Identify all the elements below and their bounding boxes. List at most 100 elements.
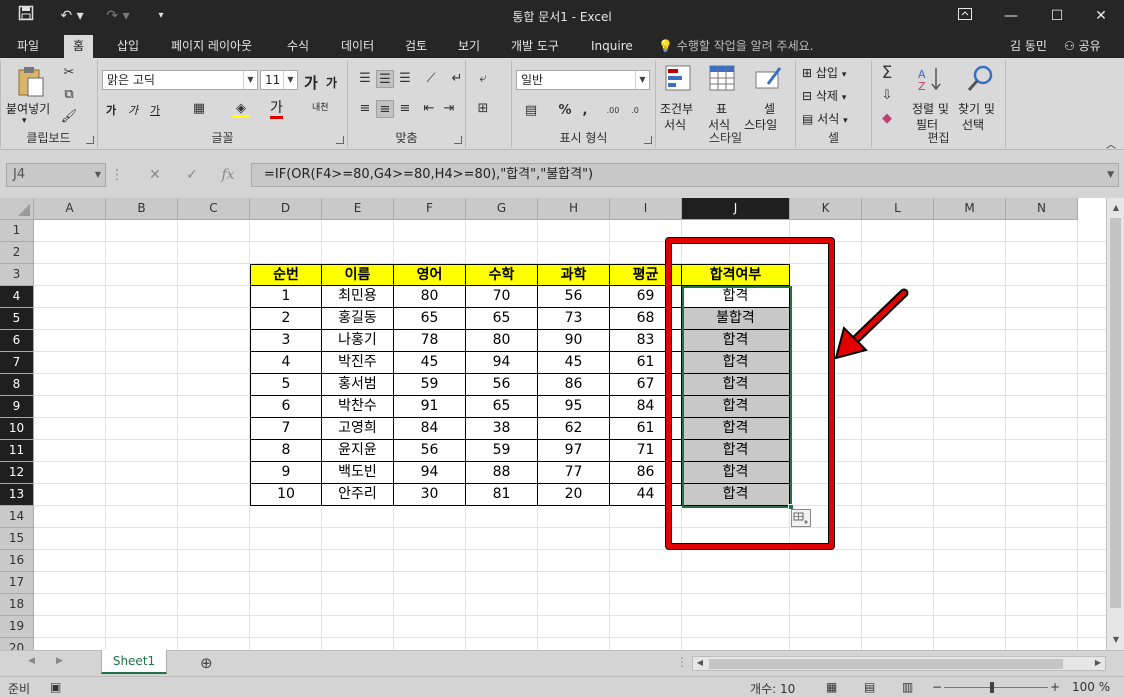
table-cell[interactable]: 61 [610,418,682,440]
table-cell[interactable]: 56 [394,440,466,462]
number-format-box[interactable]: 일반 ▼ [516,70,650,90]
decrease-decimal-icon[interactable]: .0 [626,102,644,120]
tab-review[interactable]: 검토 [396,35,436,58]
expand-formula-icon[interactable]: ▼ [1107,164,1114,186]
table-header-cell[interactable]: 순번 [250,264,322,286]
table-cell[interactable]: 56 [466,374,538,396]
row-header-16[interactable]: 16 [0,550,34,572]
zoom-slider[interactable] [944,687,1048,688]
phonetic-guide-button[interactable]: 내천 [312,100,329,113]
row-header-2[interactable]: 2 [0,242,34,264]
scroll-up-icon[interactable]: ▲ [1107,200,1124,216]
bold-button[interactable]: 가 [106,102,116,118]
align-left-icon[interactable]: ≡ [356,100,374,118]
table-cell[interactable]: 30 [394,484,466,506]
table-cell[interactable]: 65 [466,396,538,418]
scroll-down-icon[interactable]: ▼ [1107,632,1124,648]
tab-formulas[interactable]: 수식 [278,35,318,58]
font-name-box[interactable]: 맑은 고딕 ▼ [102,70,258,90]
row-header-18[interactable]: 18 [0,594,34,616]
tab-page-layout[interactable]: 페이지 레이아웃 [162,35,261,58]
find-select-label-1[interactable]: 찾기 및 [958,100,995,117]
zoom-out-icon[interactable]: − [932,680,942,694]
table-cell[interactable]: 78 [394,330,466,352]
increase-decimal-icon[interactable]: .00 [604,102,622,120]
table-cell[interactable]: 4 [250,352,322,374]
format-painter-icon[interactable]: 🖌 [60,108,78,126]
table-cell[interactable]: 윤지윤 [322,440,394,462]
table-cell[interactable]: 73 [538,308,610,330]
vertical-scroll-thumb[interactable] [1110,218,1121,608]
row-header-6[interactable]: 6 [0,330,34,352]
accounting-format-icon[interactable]: ▤ [522,102,540,120]
save-icon[interactable] [14,5,38,27]
table-cell[interactable]: 안주리 [322,484,394,506]
font-size-box[interactable]: 11 ▼ [260,70,298,90]
decrease-indent-icon[interactable]: ⇤ [420,100,438,118]
percent-style-icon[interactable]: % [556,102,574,120]
italic-button[interactable]: 가 [128,102,138,118]
find-select-icon[interactable] [966,64,996,94]
tab-split-handle[interactable]: ⋮ [676,655,688,669]
font-color-button[interactable]: 가 [270,100,283,119]
table-header-cell[interactable]: 과학 [538,264,610,286]
table-cell[interactable]: 20 [538,484,610,506]
column-header-n[interactable]: N [1006,198,1078,220]
column-header-f[interactable]: F [394,198,466,220]
wrap-text-icon[interactable]: ↵ [448,70,466,88]
table-cell[interactable]: 65 [466,308,538,330]
table-cell[interactable]: 7 [250,418,322,440]
align-middle-icon[interactable]: ☰ [376,70,394,88]
sheet-tab-sheet1[interactable]: Sheet1 [101,650,167,674]
align-bottom-icon[interactable]: ☰ [396,70,414,88]
ribbon-display-icon[interactable] [942,0,988,32]
close-icon[interactable]: ✕ [1078,0,1124,32]
column-header-e[interactable]: E [322,198,394,220]
borders-icon[interactable]: ▦ [190,100,208,118]
more-options-icon[interactable]: ⋮ [110,163,124,187]
column-header-j[interactable]: J [682,198,790,220]
fill-icon[interactable]: ⇩ [878,87,896,105]
table-cell[interactable]: 6 [250,396,322,418]
wrap-icon[interactable]: ⤶ [474,70,492,88]
table-cell[interactable]: 10 [250,484,322,506]
table-cell[interactable]: 56 [538,286,610,308]
column-header-a[interactable]: A [34,198,106,220]
table-cell[interactable]: 나홍기 [322,330,394,352]
tab-inquire[interactable]: Inquire [582,35,642,58]
table-cell[interactable]: 최민용 [322,286,394,308]
column-header-l[interactable]: L [862,198,934,220]
table-cell[interactable]: 83 [610,330,682,352]
underline-button[interactable]: 가 [150,102,160,118]
table-cell[interactable]: 68 [610,308,682,330]
table-cell[interactable]: 박찬수 [322,396,394,418]
result-cell[interactable]: 합격 [682,418,790,440]
redo-icon[interactable]: ↷ ▾ [104,5,132,27]
table-cell[interactable]: 86 [610,462,682,484]
row-header-8[interactable]: 8 [0,374,34,396]
insert-function-icon[interactable]: fx [214,163,242,187]
scroll-right-icon[interactable]: ▶ [1091,656,1105,670]
zoom-slider-knob[interactable] [990,682,994,693]
page-break-view-icon[interactable]: ▥ [902,680,913,694]
column-header-m[interactable]: M [934,198,1006,220]
result-cell[interactable]: 합격 [682,374,790,396]
table-cell[interactable]: 65 [394,308,466,330]
column-header-d[interactable]: D [250,198,322,220]
insert-cells-button[interactable]: ⊞ 삽입 ▾ [802,64,846,81]
row-header-1[interactable]: 1 [0,220,34,242]
prev-sheet-icon[interactable]: ◀ [28,656,35,666]
comma-style-icon[interactable]: , [576,102,594,120]
result-cell[interactable]: 합격 [682,462,790,484]
tab-view[interactable]: 보기 [449,35,489,58]
undo-icon[interactable]: ↶ ▾ [58,5,86,27]
cell-styles-icon[interactable] [754,64,784,94]
table-cell[interactable]: 59 [394,374,466,396]
scroll-left-icon[interactable]: ◀ [693,656,707,670]
select-all-corner[interactable] [0,198,34,220]
enter-entry-icon[interactable]: ✓ [178,163,206,187]
clear-icon[interactable]: ◆ [878,110,896,128]
table-cell[interactable]: 84 [610,396,682,418]
table-cell[interactable]: 97 [538,440,610,462]
customize-qat-icon[interactable]: ▾ [152,5,170,27]
